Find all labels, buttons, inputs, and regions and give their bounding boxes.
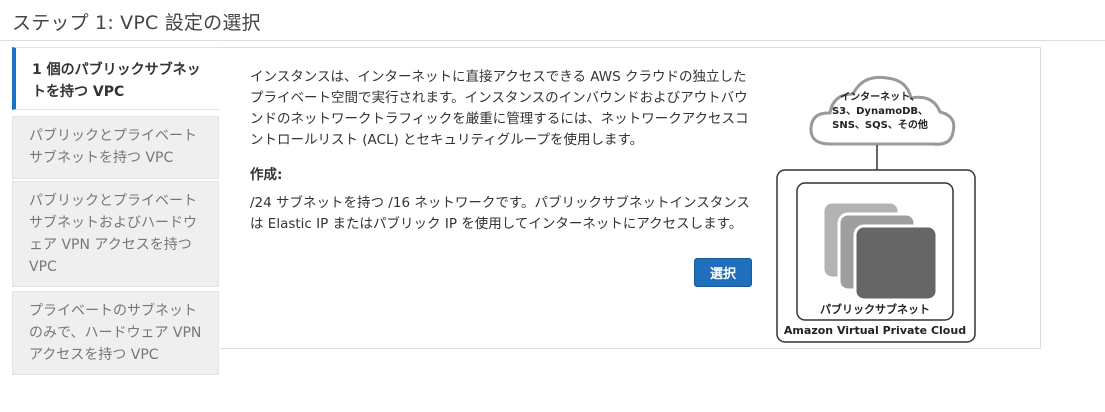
vpc-wizard-page: ステップ 1: VPC 設定の選択 1 個のパブリックサブネットを持つ VPC … bbox=[0, 0, 1105, 412]
tab-private-only-vpn[interactable]: プライベートのサブネットのみで、ハードウェア VPN アクセスを持つ VPC bbox=[12, 291, 219, 375]
tab-single-public-subnet[interactable]: 1 個のパブリックサブネットを持つ VPC bbox=[12, 47, 221, 110]
create-description: /24 サブネットを持つ /16 ネットワークです。パブリックサブネットインスタ… bbox=[250, 195, 750, 232]
vpc-label: Amazon Virtual Private Cloud bbox=[783, 324, 967, 337]
create-heading: 作成: bbox=[250, 167, 283, 183]
tab-public-private-subnets[interactable]: パブリックとプライベートサブネットを持つ VPC bbox=[12, 116, 219, 179]
vpc-diagram: インターネット、 S3、DynamoDB、 SNS、SQS、その他 パブリックサ… bbox=[775, 56, 985, 346]
config-description: インスタンスは、インターネットに直接アクセスできる AWS クラウドの独立したプ… bbox=[250, 69, 749, 148]
config-detail-panel: インスタンスは、インターネットに直接アクセスできる AWS クラウドの独立したプ… bbox=[220, 47, 1041, 349]
cloud-label-line: SNS、SQS、その他 bbox=[832, 120, 928, 131]
cloud-label: インターネット、 S3、DynamoDB、 SNS、SQS、その他 bbox=[805, 91, 955, 133]
select-button[interactable]: 選択 bbox=[694, 258, 752, 287]
public-subnet-label: パブリックサブネット bbox=[820, 303, 930, 316]
tab-public-private-vpn[interactable]: パブリックとプライベートサブネットおよびハードウェア VPN アクセスを持つ V… bbox=[12, 181, 219, 287]
page-header: ステップ 1: VPC 設定の選択 bbox=[0, 0, 1105, 41]
cloud-label-line: インターネット、 bbox=[840, 92, 920, 103]
page-title: ステップ 1: VPC 設定の選択 bbox=[12, 12, 261, 34]
cloud-label-line: S3、DynamoDB、 bbox=[831, 106, 929, 117]
